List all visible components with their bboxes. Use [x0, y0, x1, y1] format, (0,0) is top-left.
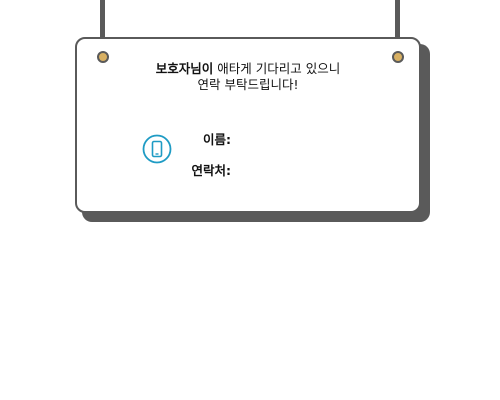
notice-message: 보호자님이 애타게 기다리고 있으니 연락 부탁드립니다! [77, 61, 419, 93]
notice-line1-rest: 애타게 기다리고 있으니 [213, 61, 341, 76]
contact-label: 연락처: [191, 163, 232, 178]
notice-line2: 연락 부탁드립니다! [197, 77, 299, 92]
name-label: 이름: [203, 132, 231, 147]
hanging-sign-card: 보호자님이 애타게 기다리고 있으니 연락 부탁드립니다! 이름: 연락처: [75, 37, 421, 213]
hanging-sign-stage: 보호자님이 애타게 기다리고 있으니 연락 부탁드립니다! 이름: 연락처: [0, 0, 500, 400]
notice-line1-bold: 보호자님이 [155, 61, 214, 76]
